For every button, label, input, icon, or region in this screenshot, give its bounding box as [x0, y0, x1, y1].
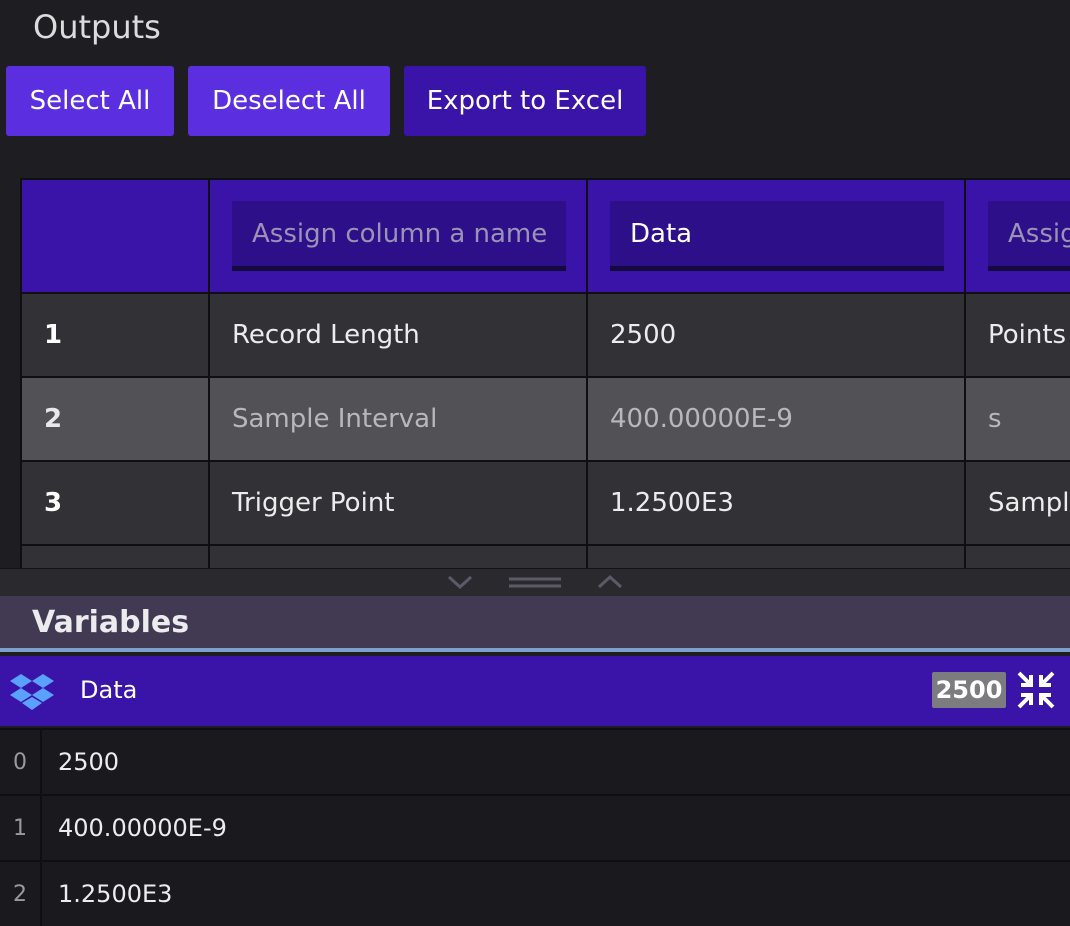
panel-splitter[interactable]	[0, 568, 1070, 597]
compress-icon[interactable]	[1016, 670, 1056, 710]
header-cell	[964, 178, 1070, 294]
row-index: 1	[0, 796, 42, 860]
row-index: 0	[0, 730, 42, 794]
outputs-title: Outputs	[33, 8, 161, 46]
header-corner-cell	[20, 178, 210, 294]
row-value: 400.00000E-9	[58, 814, 227, 842]
unit-cell[interactable]: Points	[964, 292, 1070, 378]
column-name-input[interactable]	[988, 201, 1070, 271]
collapse-down-icon[interactable]	[446, 574, 474, 590]
column-name-input[interactable]	[610, 201, 944, 271]
data-cell[interactable]: 2500	[586, 292, 966, 378]
row-number: 3	[20, 460, 210, 546]
header-cell	[208, 178, 588, 294]
row-index: 2	[0, 862, 42, 926]
dropbox-icon	[10, 674, 54, 710]
list-item[interactable]: 0 2500	[0, 728, 1070, 794]
variable-name: Data	[80, 676, 138, 704]
row-value: 2500	[58, 748, 120, 776]
list-item[interactable]: 2 1.2500E3	[0, 860, 1070, 926]
data-cell[interactable]: 400.00000E-9	[586, 376, 966, 462]
row-value: 1.2500E3	[58, 880, 173, 908]
name-cell[interactable]: Trigger Point	[208, 460, 588, 546]
drag-handle-icon[interactable]	[509, 576, 561, 590]
variable-data-bar[interactable]: Data 2500	[0, 656, 1070, 726]
column-name-input[interactable]	[232, 201, 566, 271]
variables-header: Variables	[0, 596, 1070, 652]
unit-cell[interactable]: s	[964, 376, 1070, 462]
export-to-excel-button[interactable]: Export to Excel	[404, 66, 646, 136]
expand-up-icon[interactable]	[596, 574, 624, 590]
list-item[interactable]: 1 400.00000E-9	[0, 794, 1070, 860]
select-all-button[interactable]: Select All	[6, 66, 174, 136]
table-header-row	[20, 178, 1070, 294]
name-cell[interactable]: Record Length	[208, 292, 588, 378]
table-row[interactable]: 2 Sample Interval 400.00000E-9 s	[20, 376, 1070, 462]
row-number: 1	[20, 292, 210, 378]
variables-title: Variables	[32, 605, 190, 640]
table-row[interactable]: 3 Trigger Point 1.2500E3 Samples	[20, 460, 1070, 546]
table-row[interactable]	[20, 544, 1070, 568]
outputs-table: 1 Record Length 2500 Points 2 Sample Int…	[20, 178, 1070, 568]
deselect-all-button[interactable]: Deselect All	[188, 66, 390, 136]
name-cell[interactable]: Sample Interval	[208, 376, 588, 462]
header-cell	[586, 178, 966, 294]
data-cell[interactable]: 1.2500E3	[586, 460, 966, 546]
unit-cell[interactable]: Samples	[964, 460, 1070, 546]
table-row[interactable]: 1 Record Length 2500 Points	[20, 292, 1070, 378]
row-number: 2	[20, 376, 210, 462]
count-badge: 2500	[932, 672, 1006, 708]
